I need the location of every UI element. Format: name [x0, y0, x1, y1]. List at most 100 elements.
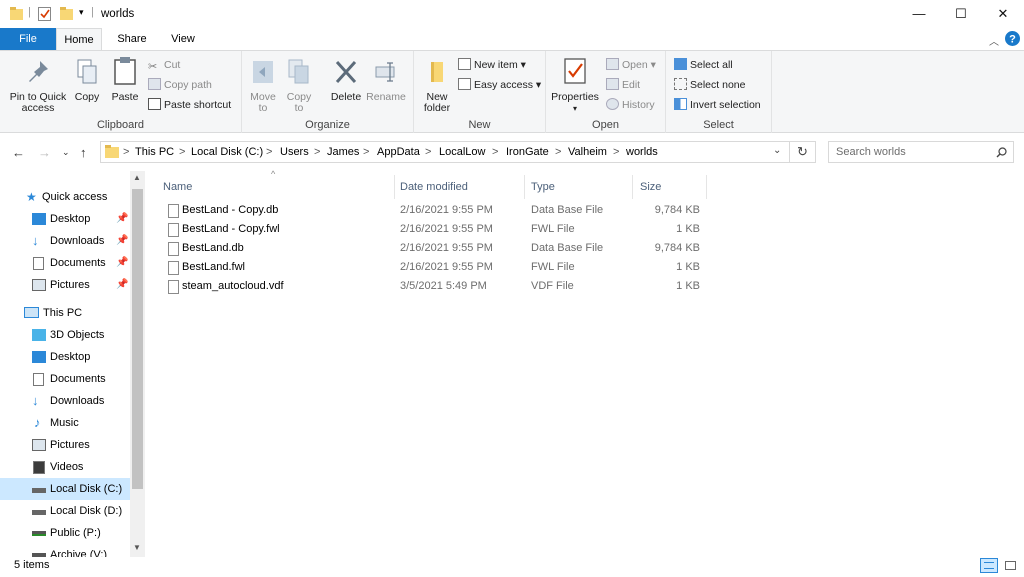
nav-quick-access[interactable]: ★ Quick access	[0, 186, 130, 208]
copy-to-button[interactable]: Copy to	[284, 59, 314, 114]
details-view-button[interactable]	[980, 558, 998, 573]
breadcrumb-separator[interactable]: >	[363, 146, 369, 158]
nav-public-p-label: Public (P:)	[50, 527, 101, 539]
collapse-ribbon-icon[interactable]: ︿	[989, 33, 999, 48]
nav-pinned-downloads[interactable]: ↓ Downloads 📌	[0, 230, 130, 252]
breadcrumb-this-pc[interactable]: This PC	[135, 146, 174, 158]
file-row[interactable]: BestLand - Copy.fwl 2/16/2021 9:55 PM FW…	[165, 220, 710, 239]
breadcrumb-separator[interactable]: >	[613, 146, 619, 158]
nav-public-p[interactable]: Public (P:)	[0, 522, 130, 544]
database-file-icon	[168, 204, 179, 218]
scroll-up-icon[interactable]: ▲	[133, 173, 141, 182]
nav-music[interactable]: ♪ Music	[0, 412, 130, 434]
nav-this-pc[interactable]: This PC	[0, 302, 130, 324]
nav-local-disk-d[interactable]: Local Disk (D:)	[0, 500, 130, 522]
breadcrumb-separator[interactable]: >	[123, 146, 129, 158]
tab-share[interactable]: Share	[108, 28, 156, 50]
paste-shortcut-button[interactable]: Paste shortcut	[148, 97, 231, 113]
file-row[interactable]: BestLand - Copy.db 2/16/2021 9:55 PM Dat…	[165, 201, 710, 220]
breadcrumb-separator[interactable]: >	[179, 146, 185, 158]
easy-access-button[interactable]: Easy access ▾	[458, 77, 541, 93]
select-all-button[interactable]: Select all	[674, 57, 733, 73]
column-header-date[interactable]: Date modified	[395, 175, 525, 199]
copy-to-icon	[288, 59, 309, 84]
nav-local-disk-c[interactable]: Local Disk (C:)	[0, 478, 130, 500]
pin-to-quick-access-button[interactable]: Pin to Quick access	[6, 59, 70, 114]
breadcrumb-irongate[interactable]: IronGate	[506, 146, 549, 158]
column-header-size[interactable]: Size	[633, 175, 707, 199]
tab-file[interactable]: File	[0, 28, 56, 50]
nav-downloads[interactable]: ↓ Downloads	[0, 390, 130, 412]
title-bar: | ▾ | worlds — ☐ ✕	[0, 0, 1024, 28]
edit-button[interactable]: Edit	[606, 77, 640, 93]
nav-pinned-documents[interactable]: Documents 📌	[0, 252, 130, 274]
breadcrumb-separator[interactable]: >	[425, 146, 431, 158]
new-folder-button[interactable]: New folder	[420, 59, 454, 114]
breadcrumb-local-disk-c[interactable]: Local Disk (C:)	[191, 146, 263, 158]
qat-dropdown-icon[interactable]: ▾	[79, 7, 84, 18]
breadcrumb-separator[interactable]: >	[555, 146, 561, 158]
column-header-name[interactable]: Name	[155, 175, 395, 199]
tab-view[interactable]: View	[160, 28, 206, 50]
paste-button[interactable]: Paste	[108, 57, 142, 103]
nav-desktop[interactable]: Desktop	[0, 346, 130, 368]
breadcrumb-users[interactable]: Users	[280, 146, 309, 158]
tab-home[interactable]: Home	[56, 28, 102, 51]
breadcrumb-separator[interactable]: >	[266, 146, 272, 158]
svg-text:?: ?	[1009, 34, 1016, 46]
nav-documents[interactable]: Documents	[0, 368, 130, 390]
file-row[interactable]: BestLand.fwl 2/16/2021 9:55 PM FWL File …	[165, 258, 710, 277]
nav-pinned-desktop[interactable]: Desktop 📌	[0, 208, 130, 230]
help-icon[interactable]: ?	[1005, 31, 1020, 46]
select-none-button[interactable]: Select none	[674, 77, 745, 93]
properties-button[interactable]: Properties ▾	[550, 57, 600, 114]
move-to-button[interactable]: Move to	[248, 59, 278, 114]
address-bar[interactable]: > This PC > Local Disk (C:) > Users > Ja…	[100, 141, 790, 163]
back-button[interactable]: ←	[12, 145, 25, 160]
scroll-down-icon[interactable]: ▼	[133, 543, 141, 552]
breadcrumb-locallow[interactable]: LocalLow	[439, 146, 485, 158]
properties-icon[interactable]	[38, 7, 51, 21]
forward-button[interactable]: →	[38, 145, 51, 160]
nav-pictures[interactable]: Pictures	[0, 434, 130, 456]
scrollbar-thumb[interactable]	[132, 189, 143, 489]
nav-scrollbar[interactable]: ▲ ▼	[130, 171, 145, 557]
new-item-button[interactable]: New item ▾	[458, 57, 526, 73]
column-header-type[interactable]: Type	[525, 175, 633, 199]
file-row[interactable]: BestLand.db 2/16/2021 9:55 PM Data Base …	[165, 239, 710, 258]
maximize-button[interactable]: ☐	[938, 0, 984, 28]
pin-icon: 📌	[116, 257, 129, 268]
breadcrumb-james[interactable]: James	[327, 146, 359, 158]
invert-selection-button[interactable]: Invert selection	[674, 97, 761, 113]
close-button[interactable]: ✕	[980, 0, 1024, 28]
breadcrumb-appdata[interactable]: AppData	[377, 146, 420, 158]
nav-pinned-pictures[interactable]: Pictures 📌	[0, 274, 130, 296]
up-button[interactable]: ↑	[80, 145, 87, 160]
nav-videos[interactable]: Videos	[0, 456, 130, 478]
cut-button[interactable]: ✂ Cut	[148, 57, 180, 73]
breadcrumb-separator[interactable]: >	[492, 146, 498, 158]
delete-button[interactable]: Delete	[328, 59, 364, 103]
documents-icon	[33, 373, 44, 386]
large-icons-view-button[interactable]	[1002, 558, 1020, 573]
open-button[interactable]: Open ▾	[606, 57, 656, 73]
nav-3d-objects[interactable]: 3D Objects	[0, 324, 130, 346]
copy-icon	[77, 59, 97, 84]
breadcrumb-worlds[interactable]: worlds	[626, 146, 658, 158]
copy-path-button[interactable]: Copy path	[148, 77, 212, 93]
rename-button[interactable]: Rename	[366, 59, 406, 103]
clipboard-group-label: Clipboard	[96, 119, 145, 131]
move-to-icon	[253, 61, 273, 83]
file-row[interactable]: steam_autocloud.vdf 3/5/2021 5:49 PM VDF…	[165, 277, 710, 296]
refresh-button[interactable]: ↻	[790, 141, 816, 163]
breadcrumb-separator[interactable]: >	[314, 146, 320, 158]
new-folder-icon[interactable]	[60, 7, 73, 21]
breadcrumb-valheim[interactable]: Valheim	[568, 146, 607, 158]
history-button[interactable]: History	[606, 97, 655, 113]
address-dropdown-icon[interactable]: ⌄	[773, 145, 781, 156]
nav-archive-v[interactable]: Archive (V:)	[0, 544, 130, 557]
copy-button[interactable]: Copy	[72, 59, 102, 103]
search-box[interactable]: Search worlds	[828, 141, 1014, 163]
recent-locations-button[interactable]: ⌄	[62, 147, 70, 158]
minimize-button[interactable]: —	[896, 0, 942, 28]
